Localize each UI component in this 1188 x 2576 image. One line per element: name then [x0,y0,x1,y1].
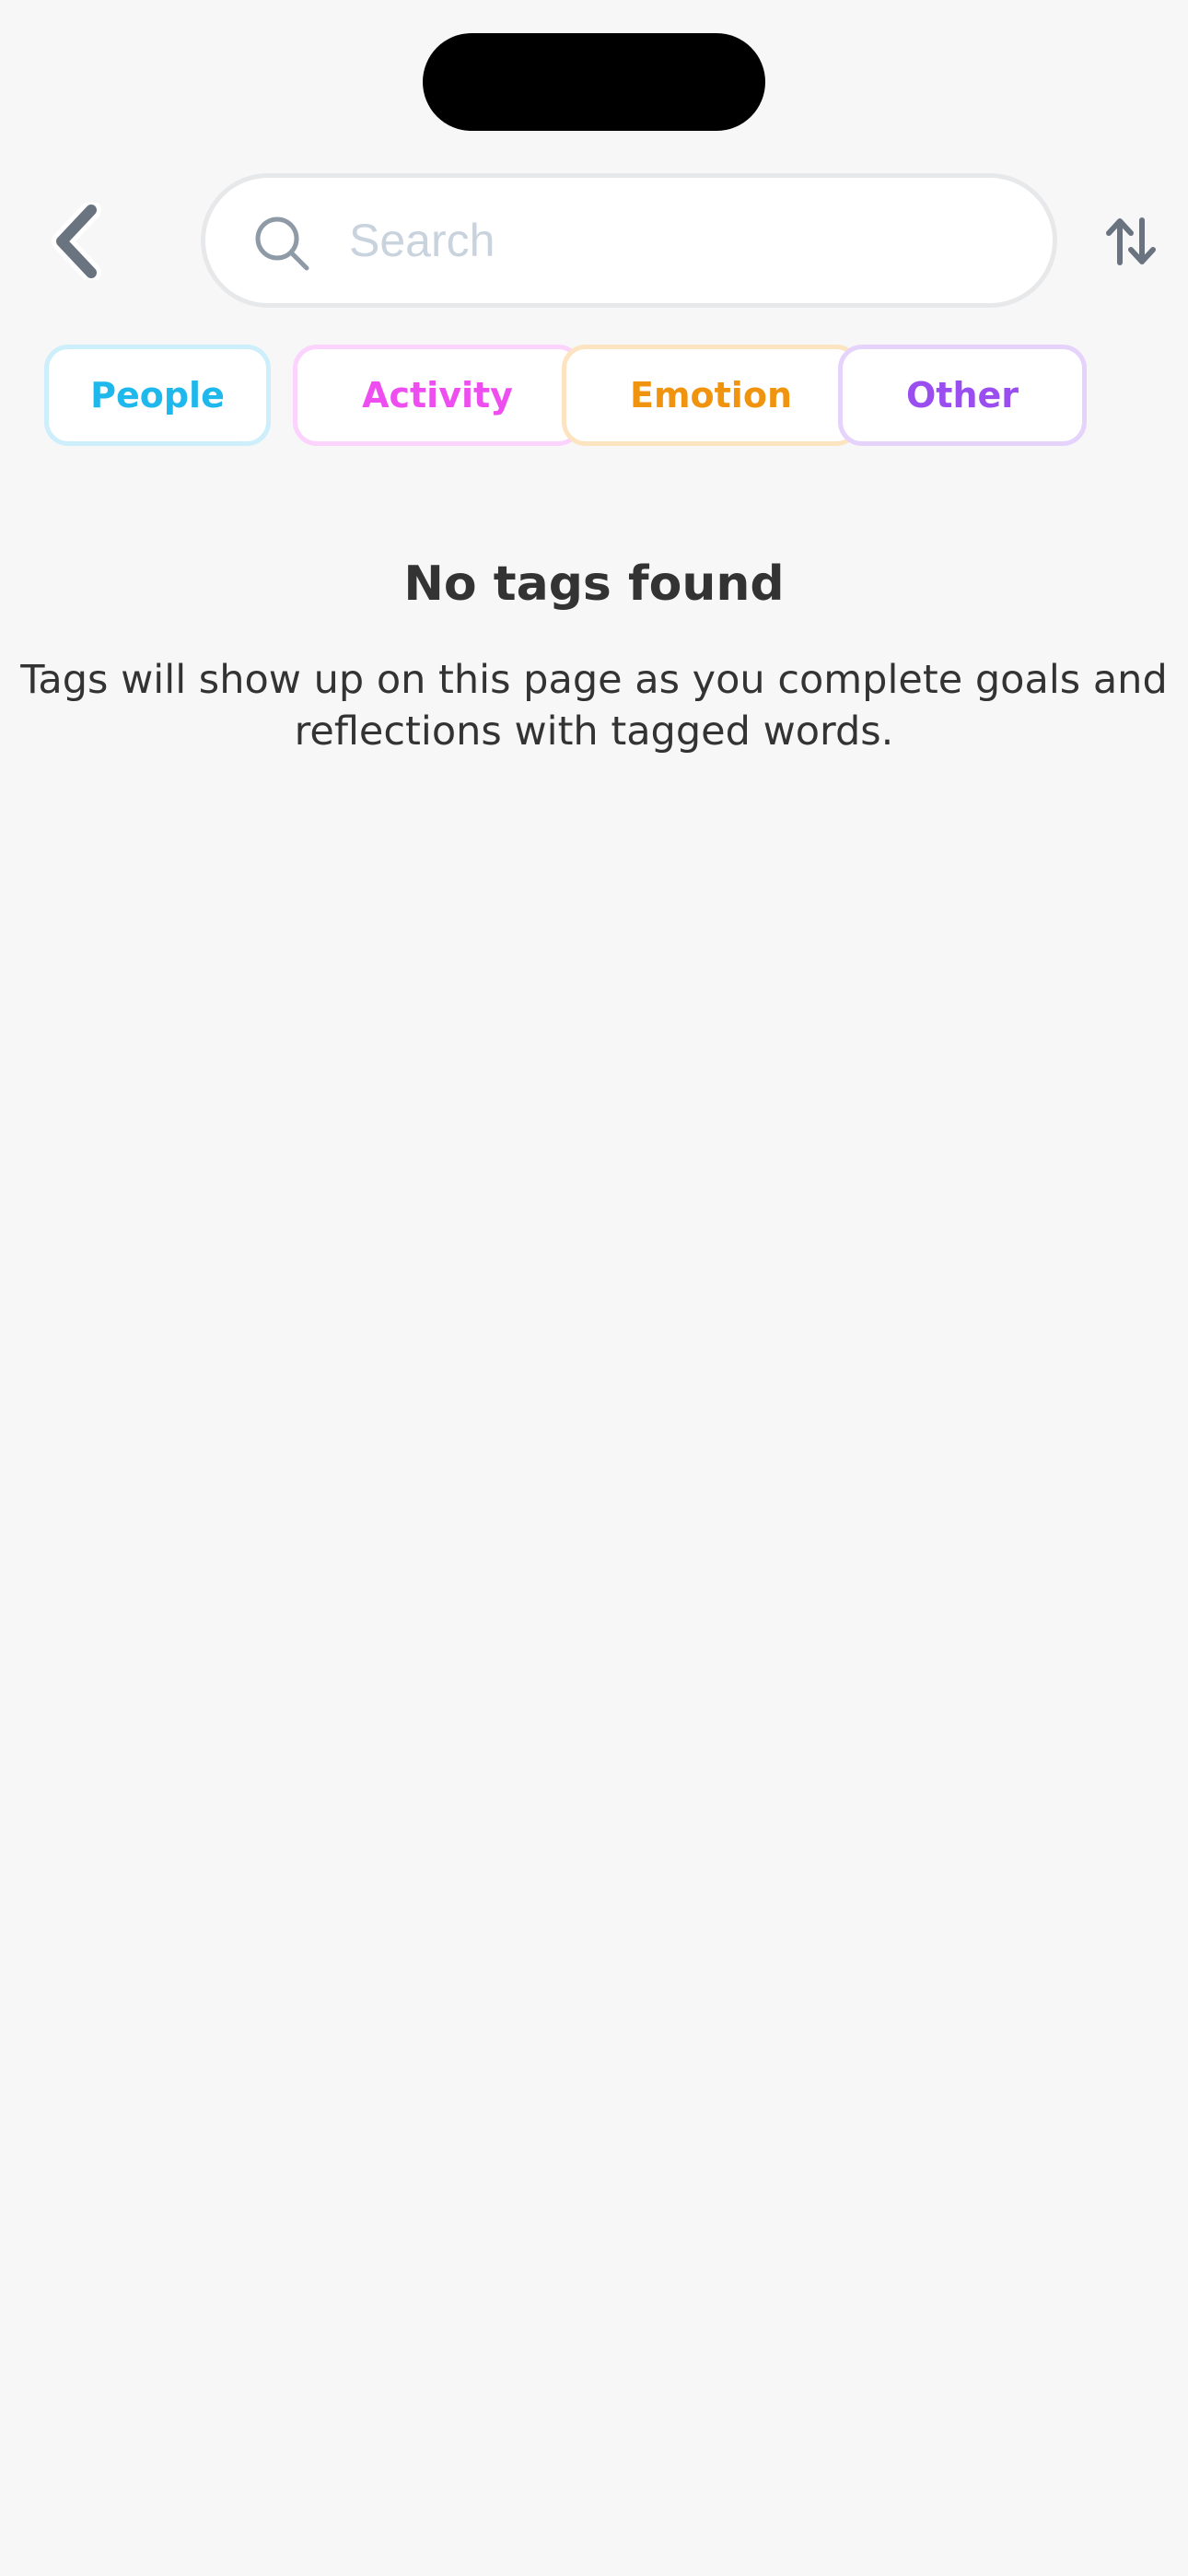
dynamic-island [423,33,765,131]
filter-chip-emotion[interactable]: Emotion [562,345,860,446]
filter-chip-people[interactable]: People [44,345,271,446]
empty-state-description-line2: reflections with tagged words. [294,708,894,755]
back-button[interactable] [37,197,116,286]
search-bar[interactable] [201,173,1057,308]
search-input[interactable] [349,198,1012,283]
empty-state-title: No tags found [403,556,785,612]
filter-chip-activity[interactable]: Activity [293,345,582,446]
empty-state-description: Tags will show up on this page as you co… [0,654,1188,757]
filter-chip-other[interactable]: Other [838,345,1087,446]
sort-button[interactable] [1094,205,1168,278]
search-icon [255,217,309,271]
chevron-left-icon [52,203,101,280]
empty-state-description-line1: Tags will show up on this page as you co… [20,657,1168,703]
sort-arrows-icon [1106,217,1156,265]
